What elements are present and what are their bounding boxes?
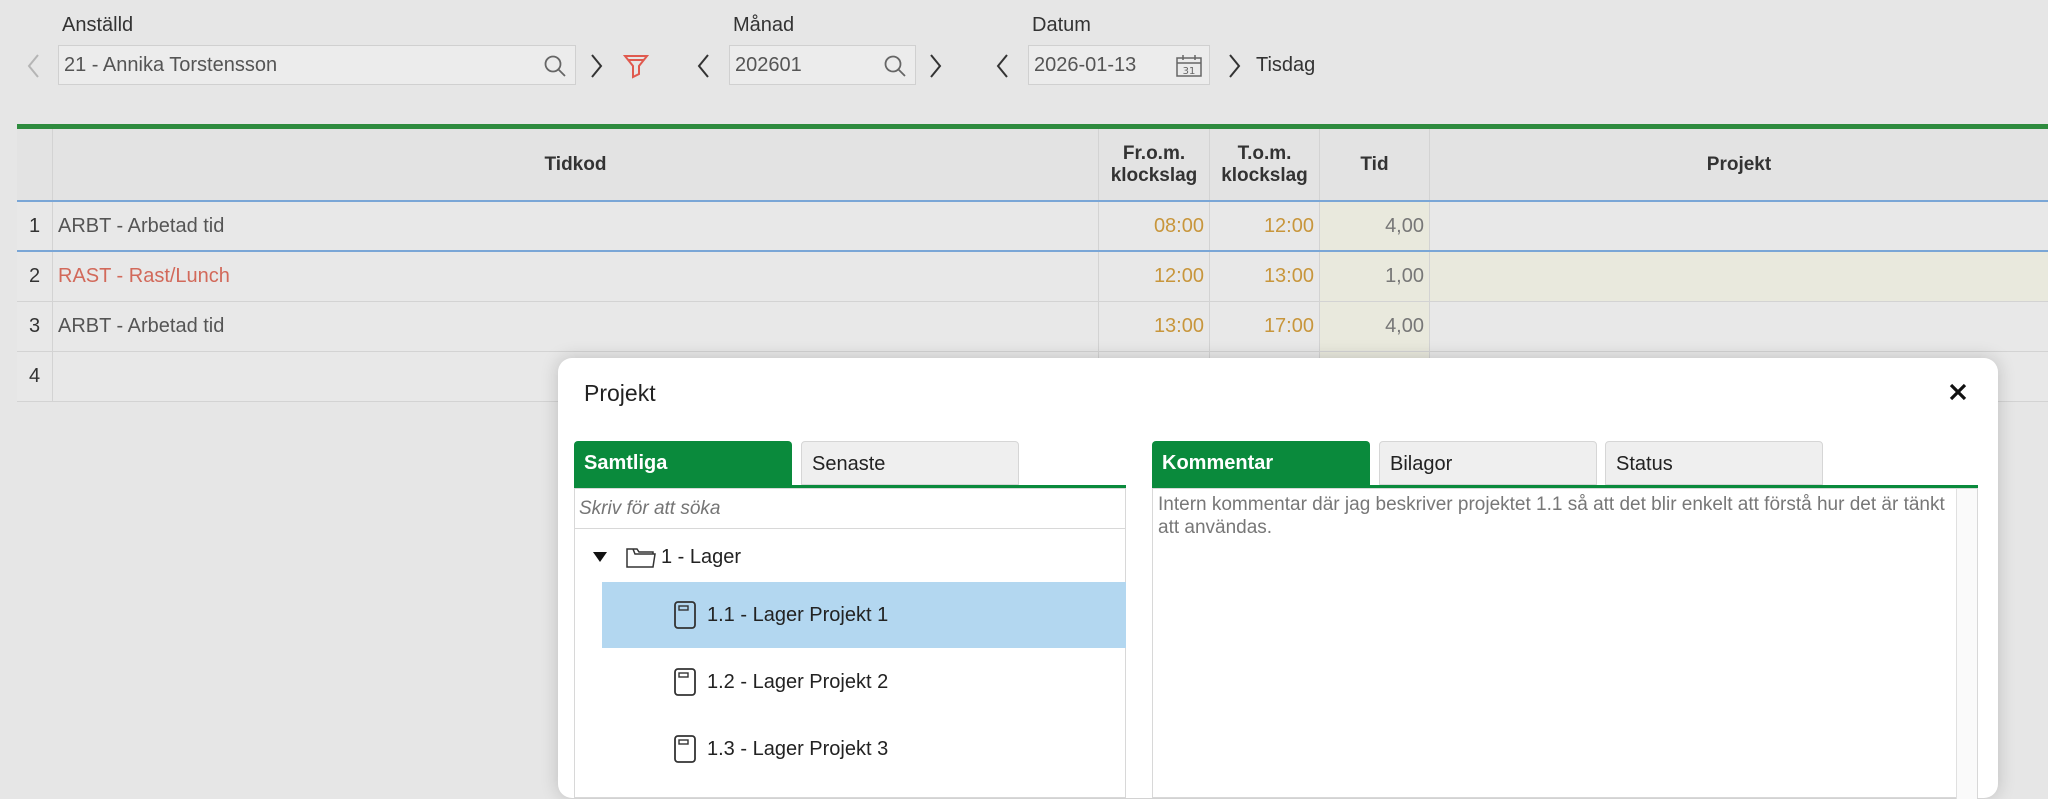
project-search-input[interactable] (575, 489, 1125, 529)
comment-panel: Intern kommentar där jag beskriver proje… (1152, 488, 1978, 799)
date-field[interactable]: 2026-01-13 31 (1028, 45, 1210, 85)
row-tid: 4,00 (1320, 302, 1430, 351)
row-number: 1 (17, 202, 53, 250)
filter-icon[interactable] (622, 52, 650, 80)
grid-header: Tidkod Fr.o.m. klockslag T.o.m. klocksla… (17, 129, 2048, 202)
row-tid: 4,00 (1320, 202, 1430, 250)
header-num (17, 129, 53, 200)
row-tidkod[interactable]: ARBT - Arbetad tid (53, 302, 1099, 351)
row-from[interactable]: 13:00 (1099, 302, 1210, 351)
header-from[interactable]: Fr.o.m. klockslag (1099, 129, 1210, 200)
tree-project-label: 1.1 - Lager Projekt 1 (707, 603, 889, 626)
comment-textarea[interactable]: Intern kommentar där jag beskriver proje… (1153, 489, 1958, 799)
row-number: 2 (17, 252, 53, 301)
tab-samtliga[interactable]: Samtliga (574, 441, 792, 485)
tree-folder-item[interactable]: 1 - Lager (591, 537, 741, 577)
tab-status[interactable]: Status (1605, 441, 1823, 485)
caret-down-icon[interactable] (591, 550, 609, 564)
folder-icon (626, 548, 656, 568)
table-row[interactable]: 1 ARBT - Arbetad tid 08:00 12:00 4,00 (17, 202, 2048, 252)
tree-folder-label: 1 - Lager (661, 545, 742, 568)
date-label: Datum (1032, 14, 1091, 36)
row-tid: 1,00 (1320, 252, 1430, 301)
close-icon[interactable] (1948, 382, 1968, 402)
row-number: 4 (17, 352, 53, 401)
tree-project-label: 1.3 - Lager Projekt 3 (707, 737, 889, 760)
tree-project-item[interactable]: 1.2 - Lager Projekt 2 (602, 649, 1126, 715)
tree-project-item[interactable]: 1.3 - Lager Projekt 3 (602, 716, 1126, 782)
header-projekt[interactable]: Projekt (1430, 129, 2048, 200)
tree-project-item-selected[interactable]: 1.1 - Lager Projekt 1 (602, 582, 1126, 648)
row-number: 3 (17, 302, 53, 351)
comment-scrollbar[interactable] (1956, 489, 1977, 799)
svg-text:31: 31 (1183, 66, 1196, 77)
row-tidkod[interactable]: ARBT - Arbetad tid (53, 202, 1099, 250)
row-tidkod[interactable]: RAST - Rast/Lunch (53, 252, 1099, 301)
tab-bilagor[interactable]: Bilagor (1379, 441, 1597, 485)
next-date-icon[interactable] (1224, 52, 1244, 80)
project-list-panel: 1 - Lager 1.1 - Lager Projekt 1 1.2 - La… (574, 488, 1126, 798)
employee-field[interactable]: 21 - Annika Torstensson (58, 45, 576, 85)
tab-senaste[interactable]: Senaste (801, 441, 1019, 485)
month-field[interactable]: 202601 (729, 45, 916, 85)
project-icon (674, 735, 696, 763)
month-label: Månad (733, 14, 795, 36)
table-row[interactable]: 3 ARBT - Arbetad tid 13:00 17:00 4,00 (17, 302, 2048, 352)
row-projekt[interactable] (1430, 252, 2048, 301)
search-icon[interactable] (543, 54, 567, 78)
prev-employee-icon[interactable] (24, 52, 44, 80)
next-employee-icon[interactable] (586, 52, 606, 80)
tree-project-label: 1.2 - Lager Projekt 2 (707, 670, 889, 693)
row-projekt[interactable] (1430, 202, 2048, 250)
weekday-label: Tisdag (1256, 54, 1316, 76)
header-tom[interactable]: T.o.m. klockslag (1210, 129, 1320, 200)
next-month-icon[interactable] (925, 52, 945, 80)
header-tidkod[interactable]: Tidkod (53, 129, 1099, 200)
row-projekt[interactable] (1430, 302, 2048, 351)
month-value: 202601 (735, 54, 802, 76)
date-value: 2026-01-13 (1034, 54, 1137, 76)
prev-date-icon[interactable] (993, 52, 1013, 80)
row-tom[interactable]: 12:00 (1210, 202, 1320, 250)
employee-value: 21 - Annika Torstensson (64, 54, 278, 76)
row-from[interactable]: 12:00 (1099, 252, 1210, 301)
row-from[interactable]: 08:00 (1099, 202, 1210, 250)
project-icon (674, 668, 696, 696)
prev-month-icon[interactable] (694, 52, 714, 80)
row-tom[interactable]: 17:00 (1210, 302, 1320, 351)
employee-label: Anställd (62, 14, 134, 36)
tab-kommentar[interactable]: Kommentar (1152, 441, 1370, 485)
row-tom[interactable]: 13:00 (1210, 252, 1320, 301)
project-icon (674, 601, 696, 629)
table-row[interactable]: 2 RAST - Rast/Lunch 12:00 13:00 1,00 (17, 252, 2048, 302)
modal-title: Projekt (584, 380, 656, 406)
project-modal: Projekt Samtliga Senaste 1 - Lager 1.1 -… (558, 358, 1998, 799)
calendar-icon[interactable]: 31 (1175, 54, 1203, 78)
search-icon[interactable] (883, 54, 907, 78)
header-tid[interactable]: Tid (1320, 129, 1430, 200)
